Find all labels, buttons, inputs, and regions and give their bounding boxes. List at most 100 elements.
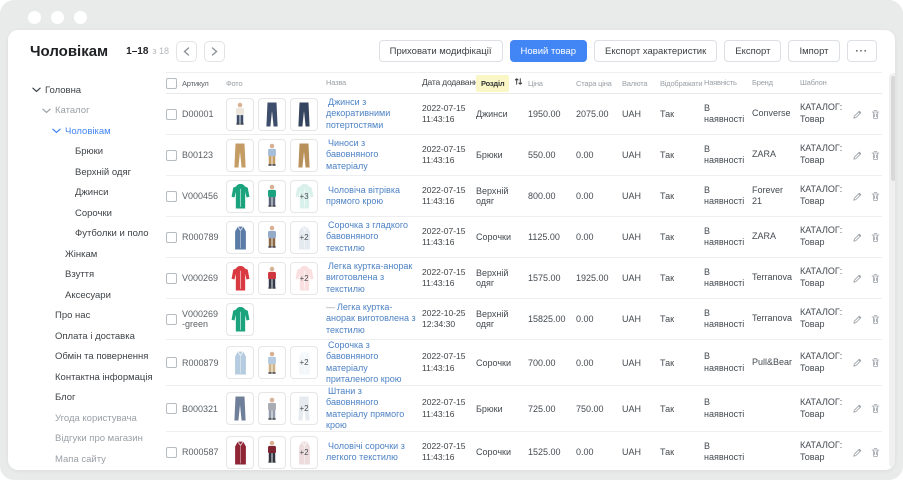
row-checkbox[interactable] (166, 232, 177, 243)
product-name-link[interactable]: Штани з бавовняного матеріалу прямого кр… (326, 386, 404, 430)
chevron-down-icon[interactable] (62, 188, 71, 197)
sidebar-item[interactable]: Контактна інформація (30, 367, 166, 388)
product-photo[interactable] (226, 98, 254, 131)
product-photo[interactable] (258, 392, 286, 425)
chevron-down-icon[interactable] (62, 168, 71, 177)
product-photo[interactable] (258, 180, 286, 213)
product-photo[interactable] (290, 98, 318, 131)
product-name-link[interactable]: Сорочка з гладкого бавовняного текстилю (326, 220, 408, 253)
row-checkbox[interactable] (166, 150, 177, 161)
sort-icon[interactable] (514, 77, 523, 86)
edit-pencil-icon[interactable] (852, 191, 863, 202)
window-control-dot[interactable] (28, 11, 41, 24)
product-name-link[interactable]: Легка куртка-анорак виготовлена з тексти… (326, 261, 412, 294)
window-control-dot[interactable] (74, 11, 87, 24)
column-header-name[interactable]: Назва (326, 78, 422, 87)
chevron-down-icon[interactable] (42, 373, 51, 382)
product-name-link[interactable]: Чоловічі сорочки з легкого текстилю (326, 441, 405, 462)
sidebar-item[interactable]: Про нас (30, 306, 166, 327)
sidebar-item[interactable]: Угода користувача (30, 408, 166, 429)
sidebar-item[interactable]: Каталог (30, 101, 166, 122)
delete-trash-icon[interactable] (870, 150, 881, 161)
sidebar-item[interactable]: Оплата і доставка (30, 326, 166, 347)
delete-trash-icon[interactable] (870, 314, 881, 325)
sidebar-item[interactable]: Блог (30, 388, 166, 409)
edit-pencil-icon[interactable] (852, 150, 863, 161)
product-name-link[interactable]: Сорочка з бавовняного матеріалу притален… (326, 340, 401, 384)
product-photo[interactable] (258, 436, 286, 469)
product-photo[interactable] (258, 262, 286, 295)
sidebar-item[interactable]: Сорочки (30, 203, 166, 224)
delete-trash-icon[interactable] (870, 109, 881, 120)
sidebar-item[interactable]: Головна (30, 80, 166, 101)
new-product-button[interactable]: Новий товар (510, 40, 587, 62)
edit-pencil-icon[interactable] (852, 314, 863, 325)
prev-page-button[interactable] (176, 41, 197, 62)
edit-pencil-icon[interactable] (852, 109, 863, 120)
sidebar-item[interactable]: Джинси (30, 183, 166, 204)
row-checkbox[interactable] (166, 191, 177, 202)
delete-trash-icon[interactable] (870, 232, 881, 243)
edit-pencil-icon[interactable] (852, 357, 863, 368)
column-header-availability[interactable]: Наявність (704, 78, 752, 87)
chevron-down-icon[interactable] (62, 209, 71, 218)
product-name-link[interactable]: Легка куртка-анорак виготовлена з тексти… (326, 302, 416, 335)
chevron-down-icon[interactable] (42, 106, 51, 115)
product-photo[interactable]: +2 (290, 392, 318, 425)
column-header-display[interactable]: Відображати (660, 79, 704, 88)
scrollbar-thumb[interactable] (891, 76, 895, 181)
delete-trash-icon[interactable] (870, 447, 881, 458)
delete-trash-icon[interactable] (870, 403, 881, 414)
edit-pencil-icon[interactable] (852, 403, 863, 414)
product-photo[interactable] (226, 139, 254, 172)
product-photo[interactable] (226, 436, 254, 469)
row-checkbox[interactable] (166, 403, 177, 414)
product-photo[interactable] (258, 139, 286, 172)
product-photo[interactable]: +2 (290, 262, 318, 295)
product-name-link[interactable]: Чиноси з бавовняного матеріалу (326, 138, 378, 171)
column-header-old-price[interactable]: Стара ціна (576, 79, 622, 88)
select-all-checkbox[interactable] (166, 78, 177, 89)
chevron-down-icon[interactable] (42, 414, 51, 423)
chevron-down-icon[interactable] (62, 147, 71, 156)
product-photo[interactable] (258, 98, 286, 131)
product-photo[interactable] (226, 392, 254, 425)
delete-trash-icon[interactable] (870, 273, 881, 284)
sidebar-item[interactable]: Аксесуари (30, 285, 166, 306)
product-photo[interactable]: +2 (290, 221, 318, 254)
import-button[interactable]: Імпорт (788, 40, 839, 62)
row-checkbox[interactable] (166, 109, 177, 120)
column-header-sku[interactable]: Артикул (182, 79, 226, 88)
chevron-down-icon[interactable] (42, 455, 51, 464)
product-photo[interactable]: +2 (290, 346, 318, 379)
column-header-brand[interactable]: Бренд (752, 78, 800, 87)
window-control-dot[interactable] (51, 11, 64, 24)
column-header-currency[interactable]: Валюта (622, 79, 660, 88)
chevron-down-icon[interactable] (62, 229, 71, 238)
product-photo[interactable] (226, 262, 254, 295)
sidebar-item[interactable]: Брюки (30, 142, 166, 163)
row-checkbox[interactable] (166, 357, 177, 368)
product-photo[interactable] (258, 346, 286, 379)
sidebar-item[interactable]: Футболки и поло (30, 224, 166, 245)
sidebar-item[interactable]: Відгуки про магазин (30, 429, 166, 450)
chevron-down-icon[interactable] (32, 86, 41, 95)
row-checkbox[interactable] (166, 314, 177, 325)
chevron-down-icon[interactable] (42, 393, 51, 402)
product-photo[interactable] (226, 180, 254, 213)
edit-pencil-icon[interactable] (852, 447, 863, 458)
sidebar-item[interactable]: Мапа сайту (30, 449, 166, 470)
scrollbar-track[interactable] (889, 73, 895, 468)
product-photo[interactable] (226, 221, 254, 254)
column-header-template[interactable]: Шаблон (800, 78, 852, 88)
product-photo[interactable] (258, 221, 286, 254)
product-photo[interactable] (226, 346, 254, 379)
delete-trash-icon[interactable] (870, 357, 881, 368)
more-actions-button[interactable]: ··· (847, 40, 878, 62)
edit-pencil-icon[interactable] (852, 232, 863, 243)
chevron-down-icon[interactable] (42, 434, 51, 443)
column-header-section[interactable]: Розділ (476, 75, 528, 92)
edit-pencil-icon[interactable] (852, 273, 863, 284)
product-photo[interactable]: +2 (290, 436, 318, 469)
chevron-down-icon[interactable] (42, 311, 51, 320)
